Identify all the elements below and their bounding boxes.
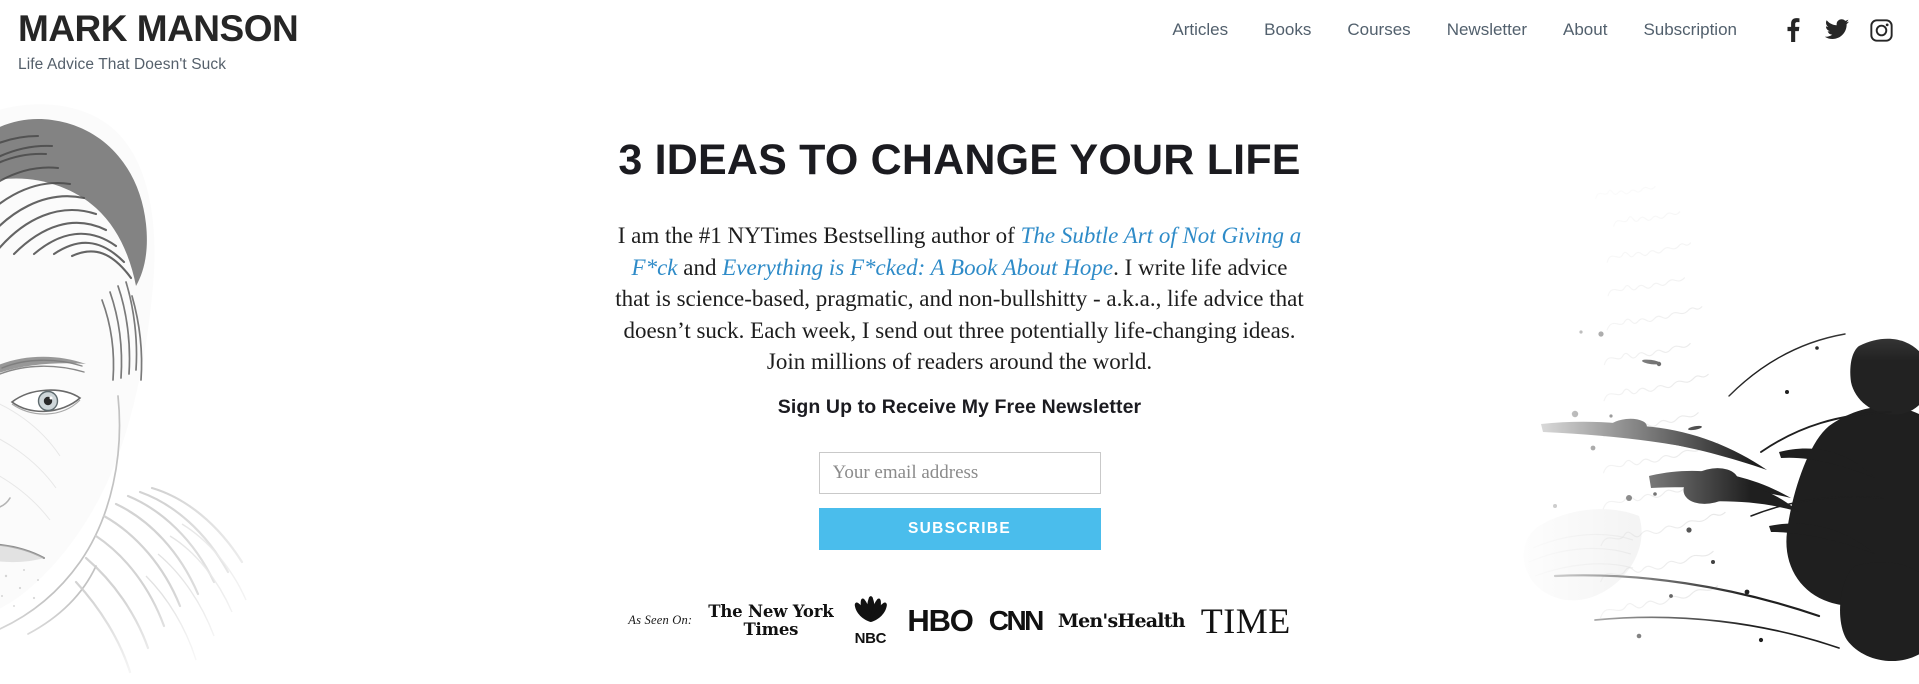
twitter-link[interactable] (1815, 17, 1859, 43)
logo-hbo-text: HBO (907, 602, 974, 638)
hero-paragraph: I am the #1 NYTimes Bestselling author o… (615, 220, 1305, 378)
as-seen-on-bar: As Seen On: The New York Times NBC HBO C… (628, 594, 1290, 647)
brand-logo[interactable]: MARK MANSON Life Advice That Doesn't Suc… (18, 8, 299, 74)
logo-time-text: TIME (1200, 600, 1291, 641)
book-link-everything-is-fcked[interactable]: Everything is F*cked: A Book About Hope (722, 255, 1113, 280)
nav-link-newsletter[interactable]: Newsletter (1429, 19, 1545, 41)
instagram-link[interactable] (1859, 17, 1903, 43)
logo-cnn: CNN (988, 604, 1045, 637)
nbc-peacock-icon (849, 594, 891, 629)
facebook-link[interactable] (1771, 17, 1815, 43)
landing-page: MARK MANSON Life Advice That Doesn't Suc… (0, 0, 1919, 684)
hero-text-part-1: I am the #1 NYTimes Bestselling author o… (617, 223, 1021, 248)
logo-cnn-text: CNN (988, 604, 1045, 636)
page-title: 3 IDEAS TO CHANGE YOUR LIFE (618, 136, 1301, 184)
nav-link-about[interactable]: About (1545, 19, 1625, 41)
logo-nyt: The New York Times (708, 601, 834, 639)
social-links (1771, 17, 1903, 43)
email-field[interactable] (818, 452, 1101, 494)
nav-link-books[interactable]: Books (1246, 19, 1329, 41)
newsletter-form: SUBSCRIBE (818, 452, 1101, 550)
nav-link-articles[interactable]: Articles (1154, 19, 1246, 41)
as-seen-on-label: As Seen On: (628, 613, 693, 627)
logo-mens-health: Men'sHealth (1057, 609, 1186, 632)
instagram-icon (1869, 18, 1893, 42)
main-navigation: Articles Books Courses Newsletter About … (1154, 17, 1903, 43)
brand-title: MARK MANSON (18, 8, 299, 49)
hero-section: 3 IDEAS TO CHANGE YOUR LIFE I am the #1 … (0, 96, 1919, 684)
logo-time: TIME (1201, 603, 1291, 639)
signup-heading: Sign Up to Receive My Free Newsletter (777, 396, 1142, 418)
brand-tagline: Life Advice That Doesn't Suck (18, 55, 227, 73)
logo-mens-health-text: Men'sHealth (1057, 609, 1186, 632)
nav-link-courses[interactable]: Courses (1329, 19, 1428, 41)
facebook-icon (1786, 18, 1800, 42)
nav-link-subscription[interactable]: Subscription (1625, 19, 1755, 41)
subscribe-button[interactable]: SUBSCRIBE (818, 508, 1101, 550)
logo-nyt-line1: The New York (708, 601, 834, 621)
logo-nbc: NBC (849, 594, 891, 647)
logo-nbc-text: NBC (854, 630, 887, 647)
logo-hbo: HBO (907, 602, 974, 639)
twitter-icon (1825, 19, 1849, 41)
hero-text-part-2: and (677, 254, 723, 280)
logo-nyt-line2: Times (743, 619, 799, 639)
site-header: MARK MANSON Life Advice That Doesn't Suc… (0, 0, 1919, 96)
